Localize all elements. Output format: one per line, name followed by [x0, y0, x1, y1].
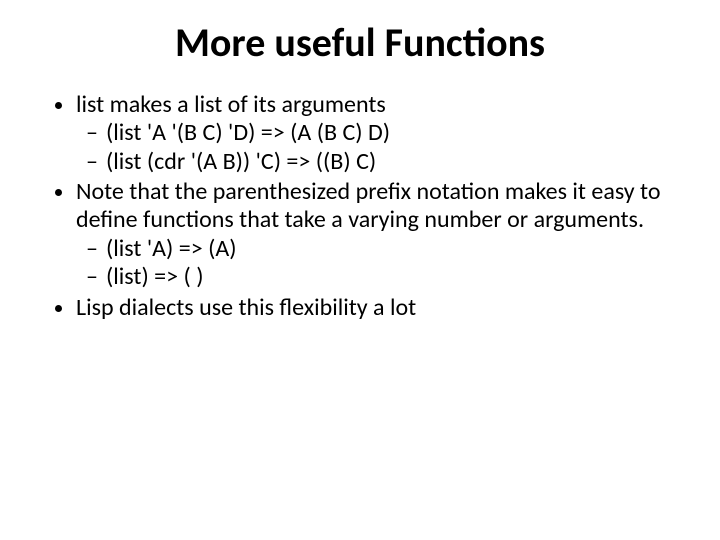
sub-bullet-text: (list 'A '(B C) 'D) => (A (B C) D): [106, 118, 390, 147]
sub-bullet-list: (list 'A) => (A) (list) => ( ): [76, 235, 680, 292]
bullet-list: list makes a list of its arguments (list…: [40, 91, 680, 291]
bullet-item: Lisp dialects use this flexibility a lot: [76, 293, 680, 323]
sub-bullet-item: (list) => ( ): [106, 263, 680, 291]
sub-bullet-item: (list 'A) => (A): [106, 235, 680, 263]
slide-title: More useful Functions: [40, 18, 680, 67]
sub-bullet-text: (list 'A) => (A): [106, 234, 237, 263]
sub-bullet-item: (list 'A '(B C) 'D) => (A (B C) D): [106, 119, 680, 147]
slide: More useful Functions list makes a list …: [0, 0, 720, 540]
bullet-text: Lisp dialects use this flexibility a lot: [76, 293, 416, 322]
bullet-item: Note that the parenthesized prefix notat…: [76, 178, 680, 291]
bullet-text: list makes a list of its arguments: [76, 90, 386, 119]
bullet-item: list makes a list of its arguments (list…: [76, 91, 680, 176]
sub-bullet-item: (list (cdr '(A B)) 'C) => ((B) C): [106, 148, 680, 176]
sub-bullet-list: (list 'A '(B C) 'D) => (A (B C) D) (list…: [76, 119, 680, 176]
sub-bullet-text: (list (cdr '(A B)) 'C) => ((B) C): [106, 147, 376, 176]
bullet-text: Note that the parenthesized prefix notat…: [76, 177, 661, 234]
bullet-list-last: Lisp dialects use this flexibility a lot: [40, 293, 680, 323]
sub-bullet-text: (list) => ( ): [106, 262, 203, 291]
